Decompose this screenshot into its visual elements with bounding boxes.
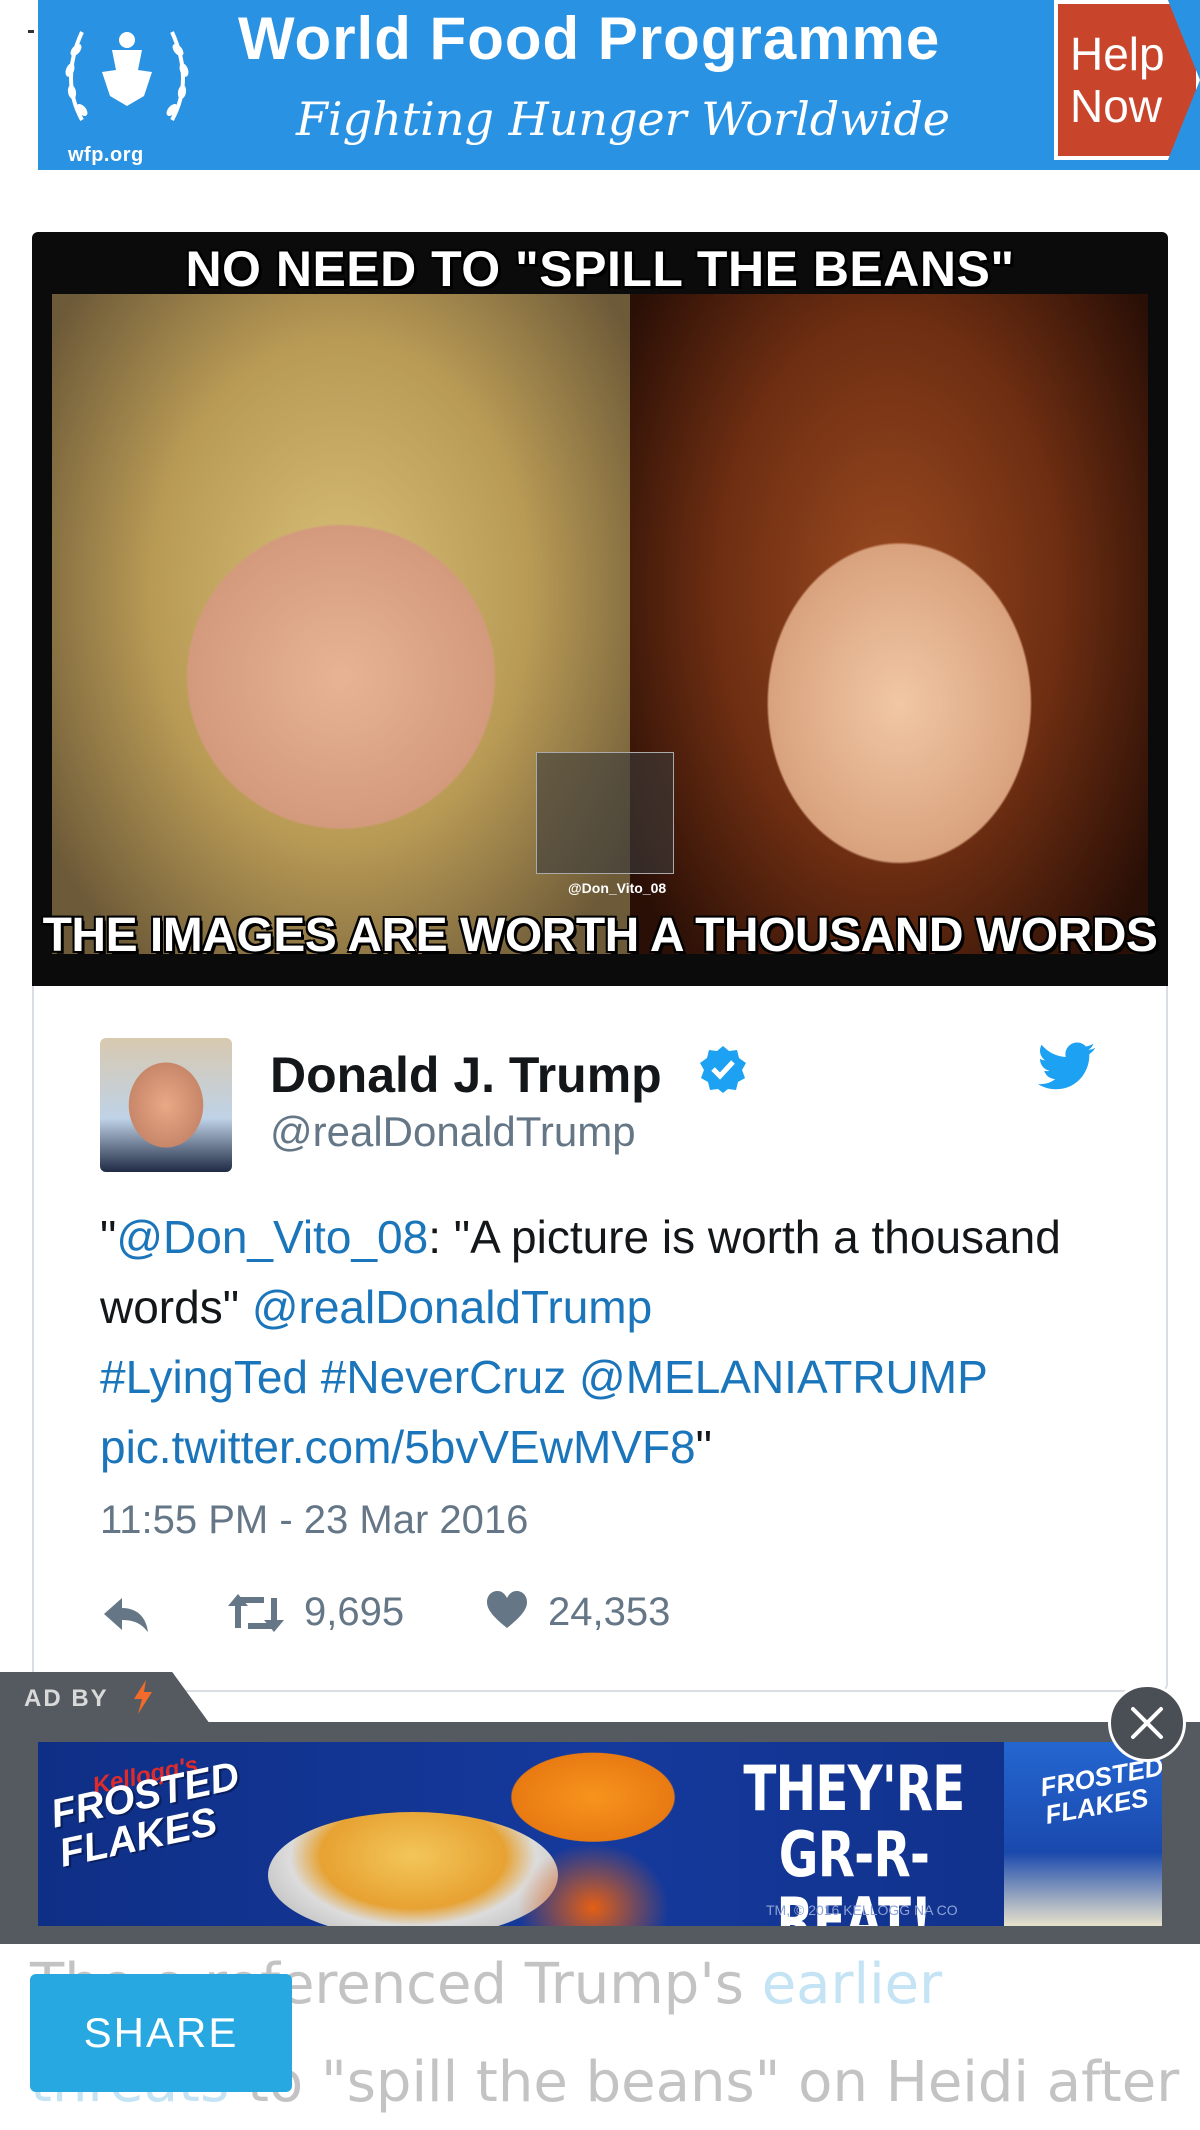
wfp-banner-ad[interactable]: wfp.org World Food Programme Fighting Hu… [38, 0, 1200, 170]
tweet-author-handle[interactable]: @realDonaldTrump [270, 1108, 636, 1156]
frosted-flakes-ad[interactable]: Kellogg's FROSTED FLAKES THEY'RE GR-R-RE… [38, 1742, 1162, 1926]
banner-edge-mark [28, 30, 34, 33]
mention-don-vito[interactable]: @Don_Vito_08 [116, 1211, 428, 1263]
meme-bottom-caption: THE IMAGES ARE WORTH A THOUSAND WORDS [42, 909, 1158, 962]
ad-by-label: AD BY [24, 1685, 109, 1712]
article-text: to "spill the beans" on Heidi after [246, 2050, 1180, 2115]
hashtag-nevercruz[interactable]: #NeverCruz [321, 1351, 566, 1403]
quote-open: " [100, 1211, 117, 1263]
wfp-url: wfp.org [68, 144, 144, 166]
mention-melaniatrump[interactable]: @MELANIATRUMP [579, 1351, 988, 1403]
help-now-button[interactable]: Help Now [1054, 0, 1200, 160]
like-icon[interactable] [486, 1590, 528, 1630]
tweet-media-link[interactable]: pic.twitter.com/5bvVEwMVF8 [100, 1421, 696, 1473]
watermark-text: @Don_Vito_08 [568, 880, 667, 896]
quote-close: " [695, 1421, 712, 1473]
tony-the-tiger-image [458, 1742, 728, 1926]
ad-slogan: THEY'RE GR-R-REAT! [743, 1752, 965, 1927]
tweet-image[interactable]: @Don_Vito_08 NO NEED TO "SPILL THE BEANS… [32, 232, 1168, 986]
like-count: 24,353 [548, 1590, 671, 1634]
help-now-label: Help Now [1070, 28, 1165, 132]
ad-close-button[interactable] [1108, 1684, 1186, 1762]
wfp-laurel-logo-icon [65, 31, 189, 121]
share-button[interactable]: SHARE [30, 1974, 292, 2092]
embedded-tweet[interactable]: Donald J. Trump @realDonaldTrump "@Don_V… [32, 986, 1168, 1692]
tweet-text: "@Don_Vito_08: "A picture is worth a tho… [100, 1202, 1150, 1482]
tweet-author-name[interactable]: Donald J. Trump [270, 1046, 662, 1104]
reply-icon[interactable] [102, 1594, 150, 1634]
verified-icon [700, 1046, 746, 1093]
hashtag-lyingted[interactable]: #LyingTed [100, 1351, 308, 1403]
ad-legal-text: TM, © 2016 KELLOGG NA CO [766, 1902, 958, 1918]
photo-right-woman-brunette [630, 294, 1148, 954]
lightning-bolt-icon [134, 1680, 152, 1714]
meme-top-caption: NO NEED TO "SPILL THE BEANS" [185, 241, 1015, 297]
banner-title: World Food Programme [238, 5, 941, 72]
mention-realdonaldtrump[interactable]: @realDonaldTrump [252, 1281, 652, 1333]
avatar[interactable] [100, 1038, 232, 1172]
article-link-earlier[interactable]: earlier [762, 1952, 942, 2017]
banner-tagline: Fighting Hunger Worldwide [296, 92, 950, 146]
watermark-badge [536, 752, 674, 874]
retweet-count: 9,695 [304, 1590, 405, 1634]
tweet-timestamp[interactable]: 11:55 PM - 23 Mar 2016 [100, 1498, 528, 1543]
close-icon [1131, 1707, 1163, 1739]
retweet-icon[interactable] [226, 1592, 286, 1634]
ad-brand-logo: FROSTED FLAKES [47, 1753, 244, 1876]
twitter-bird-icon[interactable] [1038, 1042, 1096, 1090]
